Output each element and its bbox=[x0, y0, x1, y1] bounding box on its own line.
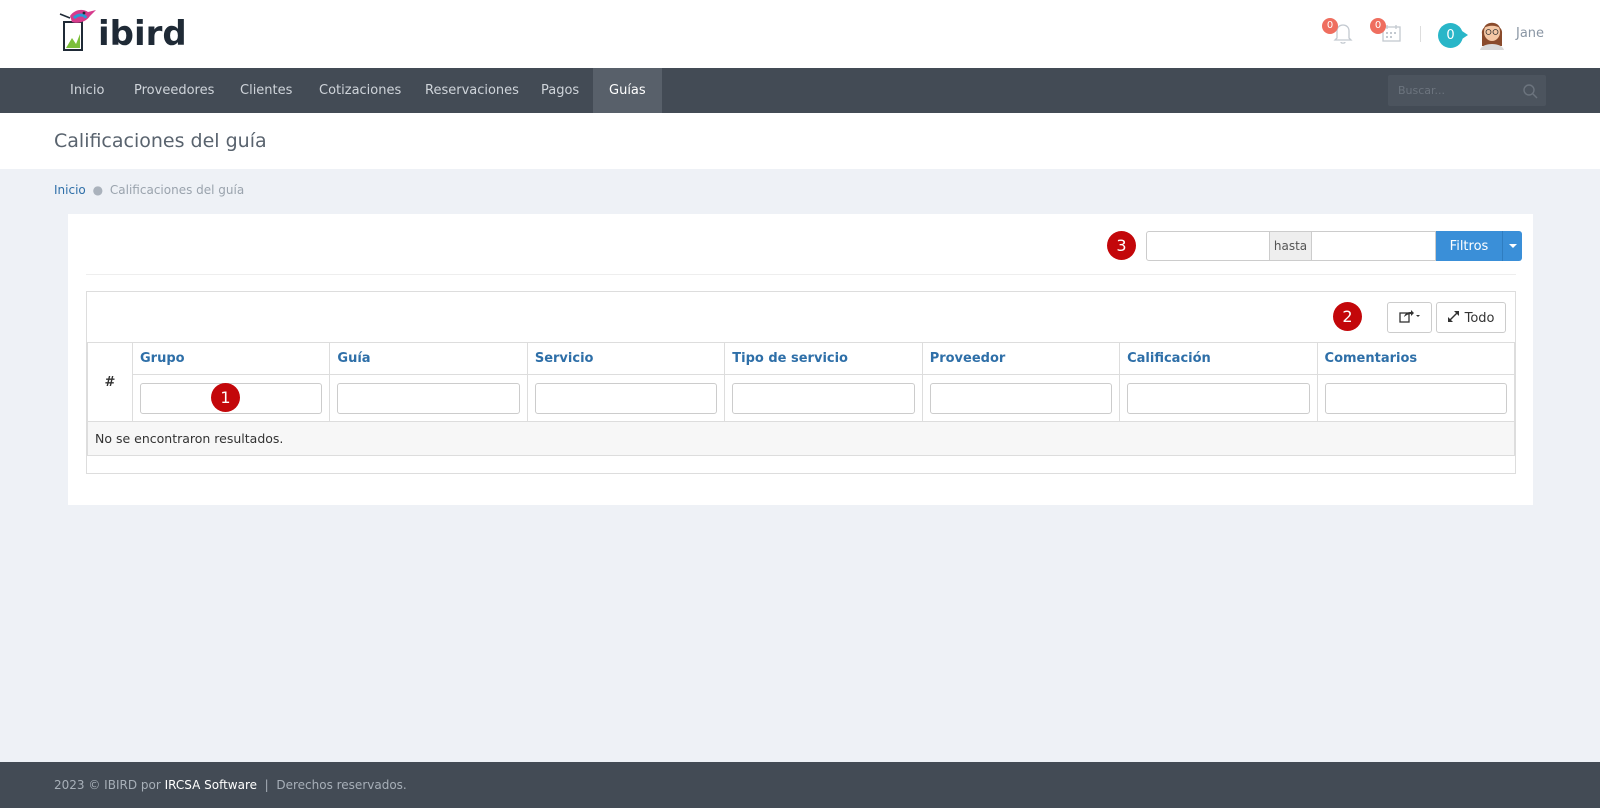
empty-results-message: No se encontraron resultados. bbox=[87, 421, 1515, 456]
date-range-separator-label: hasta bbox=[1270, 231, 1312, 261]
logo-text: ibird bbox=[98, 14, 187, 54]
column-header-comentarios[interactable]: Comentarios bbox=[1316, 342, 1516, 375]
filter-cell-guia bbox=[329, 374, 528, 422]
panel-divider bbox=[86, 274, 1516, 275]
notifications-badge: 0 bbox=[1322, 18, 1338, 34]
footer-copyright: 2023 © IBIRD por bbox=[54, 778, 161, 792]
page-header: Calificaciones del guía bbox=[0, 113, 1600, 169]
chat-count-badge[interactable]: 0 bbox=[1438, 23, 1468, 48]
username-label[interactable]: Jane bbox=[1516, 26, 1544, 41]
filter-tipo-servicio-input[interactable] bbox=[732, 382, 915, 414]
search-icon[interactable] bbox=[1522, 83, 1538, 99]
filter-proveedor-input[interactable] bbox=[929, 382, 1113, 414]
column-header-grupo[interactable]: Grupo bbox=[131, 342, 331, 375]
filter-cell-grupo: 1 bbox=[131, 374, 331, 422]
column-header-proveedor[interactable]: Proveedor bbox=[921, 342, 1121, 375]
calendar-badge: 0 bbox=[1370, 18, 1386, 34]
date-from-input[interactable] bbox=[1146, 231, 1270, 261]
filter-cell-servicio bbox=[526, 374, 726, 422]
annotation-marker-1: 1 bbox=[211, 383, 240, 412]
date-to-input[interactable] bbox=[1312, 231, 1436, 261]
filter-guia-input[interactable] bbox=[337, 382, 520, 414]
page-title: Calificaciones del guía bbox=[54, 130, 267, 152]
nav-item-guias[interactable]: Guías bbox=[593, 68, 662, 113]
column-header-servicio[interactable]: Servicio bbox=[526, 342, 726, 375]
user-avatar[interactable] bbox=[1476, 16, 1508, 50]
footer-text: 2023 © IBIRD por IRCSA Software | Derech… bbox=[54, 778, 407, 792]
page-footer: 2023 © IBIRD por IRCSA Software | Derech… bbox=[0, 762, 1600, 808]
filter-cell-calificacion bbox=[1119, 374, 1318, 422]
hummingbird-logo-icon bbox=[59, 9, 96, 51]
footer-rights: Derechos reservados. bbox=[276, 778, 407, 792]
ratings-table-container: 2 Todo # Grupo Guía Servicio Tipo de ser… bbox=[86, 291, 1516, 474]
filter-comentarios-input[interactable] bbox=[1324, 382, 1507, 414]
filter-servicio-input[interactable] bbox=[534, 382, 718, 414]
export-dropdown-button[interactable] bbox=[1387, 302, 1432, 333]
footer-separator: | bbox=[264, 778, 269, 792]
column-header-guia[interactable]: Guía bbox=[329, 342, 528, 375]
footer-company-link[interactable]: IRCSA Software bbox=[165, 778, 257, 792]
nav-item-clientes[interactable]: Clientes bbox=[224, 68, 308, 113]
breadcrumb: Inicio ● Calificaciones del guía bbox=[54, 183, 244, 197]
filter-cell-tipo-servicio bbox=[724, 374, 923, 422]
calendar-button[interactable]: 0 bbox=[1370, 18, 1404, 46]
column-header-number: # bbox=[87, 342, 133, 422]
filter-cell-comentarios bbox=[1316, 374, 1516, 422]
breadcrumb-home-link[interactable]: Inicio bbox=[54, 183, 86, 197]
header-divider bbox=[1420, 26, 1421, 42]
column-header-tipo-servicio[interactable]: Tipo de servicio bbox=[724, 342, 923, 375]
nav-item-pagos[interactable]: Pagos bbox=[525, 68, 595, 113]
filters-dropdown-toggle[interactable] bbox=[1502, 231, 1522, 261]
show-all-button[interactable]: Todo bbox=[1436, 302, 1506, 333]
nav-item-cotizaciones[interactable]: Cotizaciones bbox=[303, 68, 417, 113]
breadcrumb-separator: ● bbox=[92, 183, 104, 197]
filter-calificacion-input[interactable] bbox=[1127, 382, 1310, 414]
nav-item-inicio[interactable]: Inicio bbox=[54, 68, 120, 113]
ibird-logo[interactable]: ibird bbox=[56, 4, 187, 54]
show-all-label: Todo bbox=[1464, 310, 1495, 326]
ratings-table: # Grupo Guía Servicio Tipo de servicio P… bbox=[87, 342, 1516, 456]
global-search bbox=[1388, 75, 1546, 106]
nav-item-reservaciones[interactable]: Reservaciones bbox=[409, 68, 535, 113]
nav-item-proveedores[interactable]: Proveedores bbox=[118, 68, 230, 113]
share-export-icon bbox=[1398, 309, 1420, 323]
filters-button[interactable]: Filtros bbox=[1436, 231, 1502, 261]
top-header: ibird 0 0 0 Jane bbox=[0, 0, 1600, 68]
column-header-calificacion[interactable]: Calificación bbox=[1119, 342, 1318, 375]
date-range-filter: hasta Filtros bbox=[1146, 231, 1522, 261]
filter-cell-proveedor bbox=[921, 374, 1121, 422]
notifications-button[interactable]: 0 bbox=[1322, 18, 1356, 46]
annotation-marker-3: 3 bbox=[1107, 231, 1136, 260]
annotation-marker-2: 2 bbox=[1333, 302, 1362, 331]
table-row: No se encontraron resultados. bbox=[87, 421, 1515, 456]
main-navbar: Inicio Proveedores Clientes Cotizaciones… bbox=[0, 68, 1600, 113]
table-header-row: # Grupo Guía Servicio Tipo de servicio P… bbox=[87, 342, 1516, 422]
filter-row: 1 bbox=[88, 374, 1516, 422]
breadcrumb-current: Calificaciones del guía bbox=[109, 183, 245, 197]
expand-arrows-icon bbox=[1448, 310, 1460, 322]
global-search-input[interactable] bbox=[1388, 75, 1508, 106]
